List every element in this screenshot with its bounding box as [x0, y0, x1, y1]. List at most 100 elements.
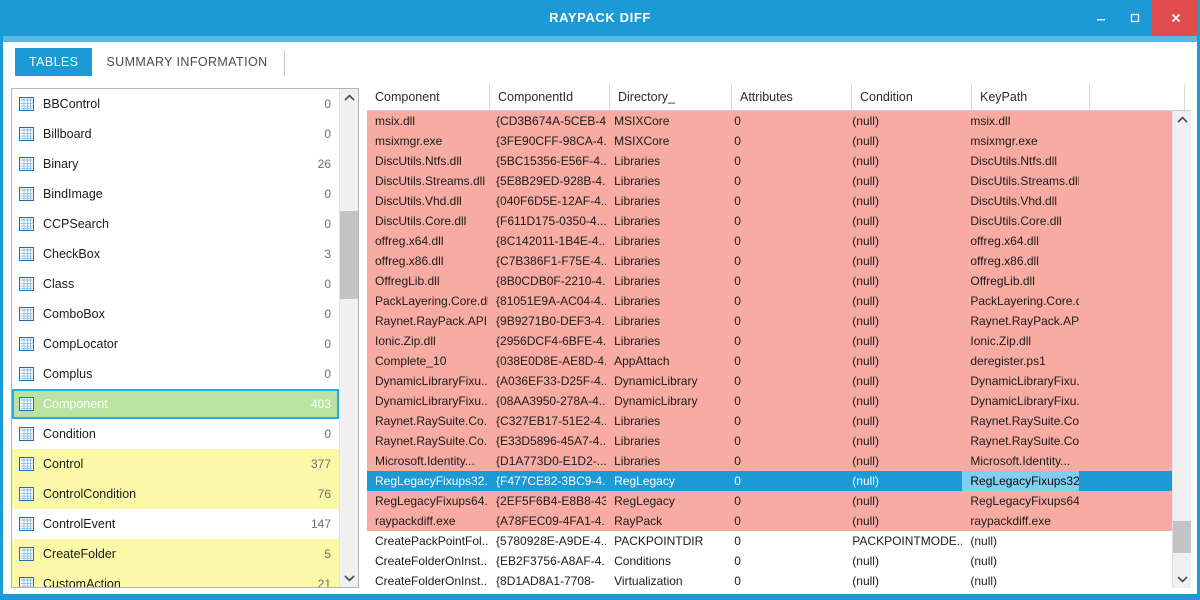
table-cell[interactable]: {2956DCF4-6BFE-4...	[488, 334, 606, 348]
table-cell[interactable]: DiscUtils.Vhd.dll	[962, 194, 1078, 208]
table-cell[interactable]: {8C142011-1B4E-4...	[488, 234, 606, 248]
table-cell[interactable]: {5780928E-A9DE-4...	[488, 534, 606, 548]
table-cell[interactable]: {CD3B674A-5CEB-4...	[488, 114, 606, 128]
table-cell[interactable]: Microsoft.Identity...	[962, 454, 1078, 468]
sidebar-item-customaction[interactable]: CustomAction21	[12, 569, 339, 587]
table-cell[interactable]: (null)	[844, 414, 962, 428]
table-cell[interactable]: {038E0D8E-AE8D-4...	[488, 354, 606, 368]
table-cell[interactable]: (null)	[844, 354, 962, 368]
table-cell[interactable]: Raynet.RayPack.API...	[962, 314, 1078, 328]
table-cell[interactable]: 0	[726, 334, 844, 348]
table-cell[interactable]: PackLayering.Core.dll	[367, 294, 488, 308]
table-row[interactable]: Raynet.RaySuite.Co...{C327EB17-51E2-4...…	[367, 411, 1172, 431]
table-cell[interactable]: DynamicLibraryFixu...	[367, 374, 488, 388]
table-cell[interactable]: (null)	[844, 574, 962, 588]
table-cell[interactable]: (null)	[844, 334, 962, 348]
table-cell[interactable]: 0	[726, 314, 844, 328]
table-cell[interactable]: Libraries	[606, 274, 726, 288]
table-cell[interactable]: 0	[726, 114, 844, 128]
tab-summary-information[interactable]: SUMMARY INFORMATION	[92, 48, 281, 76]
table-cell[interactable]: Libraries	[606, 254, 726, 268]
tables-list-scrollbar[interactable]	[339, 89, 358, 587]
table-cell[interactable]: deregister.ps1	[962, 354, 1078, 368]
table-cell[interactable]: msix.dll	[962, 114, 1078, 128]
sidebar-item-bbcontrol[interactable]: BBControl0	[12, 89, 339, 119]
table-row[interactable]: CreatePackPointFol...{5780928E-A9DE-4...…	[367, 531, 1172, 551]
sidebar-item-control[interactable]: Control377	[12, 449, 339, 479]
table-row[interactable]: PackLayering.Core.dll{81051E9A-AC04-4...…	[367, 291, 1172, 311]
table-cell[interactable]: RegLegacyFixups32...	[367, 474, 488, 488]
table-cell[interactable]: 0	[726, 534, 844, 548]
column-header-attributes[interactable]: Attributes	[732, 84, 852, 110]
table-cell[interactable]: (null)	[844, 194, 962, 208]
table-cell[interactable]: (null)	[844, 554, 962, 568]
sidebar-item-bindimage[interactable]: BindImage0	[12, 179, 339, 209]
table-cell[interactable]: RayPack	[606, 514, 726, 528]
table-row[interactable]: msix.dll{CD3B674A-5CEB-4...MSIXCore0(nul…	[367, 111, 1172, 131]
table-cell[interactable]: {2EF5F6B4-E8B8-43...	[488, 494, 606, 508]
table-row[interactable]: Raynet.RayPack.API...{9B9271B0-DEF3-4...…	[367, 311, 1172, 331]
table-cell[interactable]: OffregLib.dll	[962, 274, 1078, 288]
table-cell[interactable]: 0	[726, 154, 844, 168]
close-button[interactable]	[1152, 0, 1200, 36]
table-cell[interactable]: 0	[726, 414, 844, 428]
table-cell[interactable]: offreg.x86.dll	[367, 254, 488, 268]
table-cell[interactable]: 0	[726, 354, 844, 368]
table-cell[interactable]: 0	[726, 434, 844, 448]
table-cell[interactable]: {8D1AD8A1-7708-	[488, 574, 606, 588]
table-cell[interactable]: Conditions	[606, 554, 726, 568]
table-cell[interactable]: msix.dll	[367, 114, 488, 128]
sidebar-item-complocator[interactable]: CompLocator0	[12, 329, 339, 359]
table-cell[interactable]: Libraries	[606, 334, 726, 348]
table-cell[interactable]: Libraries	[606, 434, 726, 448]
table-cell[interactable]: PACKPOINTDIR	[606, 534, 726, 548]
table-cell[interactable]: {3FE90CFF-98CA-4...	[488, 134, 606, 148]
sidebar-item-createfolder[interactable]: CreateFolder5	[12, 539, 339, 569]
table-cell[interactable]: (null)	[844, 494, 962, 508]
table-cell[interactable]: 0	[726, 394, 844, 408]
table-cell[interactable]: {EB2F3756-A8AF-4...	[488, 554, 606, 568]
table-cell[interactable]: DynamicLibraryFixu...	[962, 394, 1078, 408]
table-cell[interactable]: (null)	[844, 474, 962, 488]
table-row[interactable]: offreg.x86.dll{C7B386F1-F75E-4...Librari…	[367, 251, 1172, 271]
sidebar-item-condition[interactable]: Condition0	[12, 419, 339, 449]
table-cell[interactable]: offreg.x64.dll	[962, 234, 1078, 248]
table-cell[interactable]: RegLegacy	[606, 494, 726, 508]
column-header-keypath[interactable]: KeyPath	[972, 84, 1090, 110]
data-grid-rows[interactable]: msix.dll{CD3B674A-5CEB-4...MSIXCore0(nul…	[367, 111, 1172, 588]
column-header-condition[interactable]: Condition	[852, 84, 972, 110]
column-header-component[interactable]: Component	[367, 84, 490, 110]
table-cell[interactable]: CreateFolderOnInst...	[367, 574, 488, 588]
table-cell[interactable]: {E33D5896-45A7-4...	[488, 434, 606, 448]
table-cell[interactable]: Libraries	[606, 294, 726, 308]
sidebar-item-complus[interactable]: Complus0	[12, 359, 339, 389]
sidebar-item-binary[interactable]: Binary26	[12, 149, 339, 179]
table-cell[interactable]: (null)	[844, 154, 962, 168]
tables-scroll-up-icon[interactable]	[340, 89, 358, 107]
table-cell[interactable]: (null)	[844, 514, 962, 528]
table-row[interactable]: Raynet.RaySuite.Co...{E33D5896-45A7-4...…	[367, 431, 1172, 451]
table-cell[interactable]: PACKPOINTMODE...	[844, 534, 962, 548]
table-cell[interactable]: 0	[726, 494, 844, 508]
table-cell[interactable]: {F611D175-0350-4...	[488, 214, 606, 228]
table-cell[interactable]: DiscUtils.Streams.dll	[962, 174, 1078, 188]
tables-scroll-thumb[interactable]	[340, 211, 358, 299]
table-cell[interactable]: Raynet.RayPack.API...	[367, 314, 488, 328]
table-row[interactable]: DiscUtils.Core.dll{F611D175-0350-4...Lib…	[367, 211, 1172, 231]
table-cell[interactable]: RegLegacyFixups64...	[367, 494, 488, 508]
table-row[interactable]: DynamicLibraryFixu...{08AA3950-278A-4...…	[367, 391, 1172, 411]
table-cell[interactable]: (null)	[844, 234, 962, 248]
table-cell[interactable]: (null)	[844, 254, 962, 268]
table-cell[interactable]: (null)	[844, 434, 962, 448]
table-cell[interactable]: OffregLib.dll	[367, 274, 488, 288]
grid-scroll-up-icon[interactable]	[1173, 111, 1191, 129]
table-cell[interactable]: (null)	[844, 274, 962, 288]
sidebar-item-checkbox[interactable]: CheckBox3	[12, 239, 339, 269]
table-cell[interactable]: {5BC15356-E56F-4...	[488, 154, 606, 168]
table-cell[interactable]: {C7B386F1-F75E-4...	[488, 254, 606, 268]
table-cell[interactable]: DiscUtils.Core.dll	[962, 214, 1078, 228]
table-cell[interactable]: MSIXCore	[606, 114, 726, 128]
table-cell[interactable]: (null)	[844, 374, 962, 388]
table-cell[interactable]: 0	[726, 454, 844, 468]
table-row[interactable]: Ionic.Zip.dll{2956DCF4-6BFE-4...Librarie…	[367, 331, 1172, 351]
